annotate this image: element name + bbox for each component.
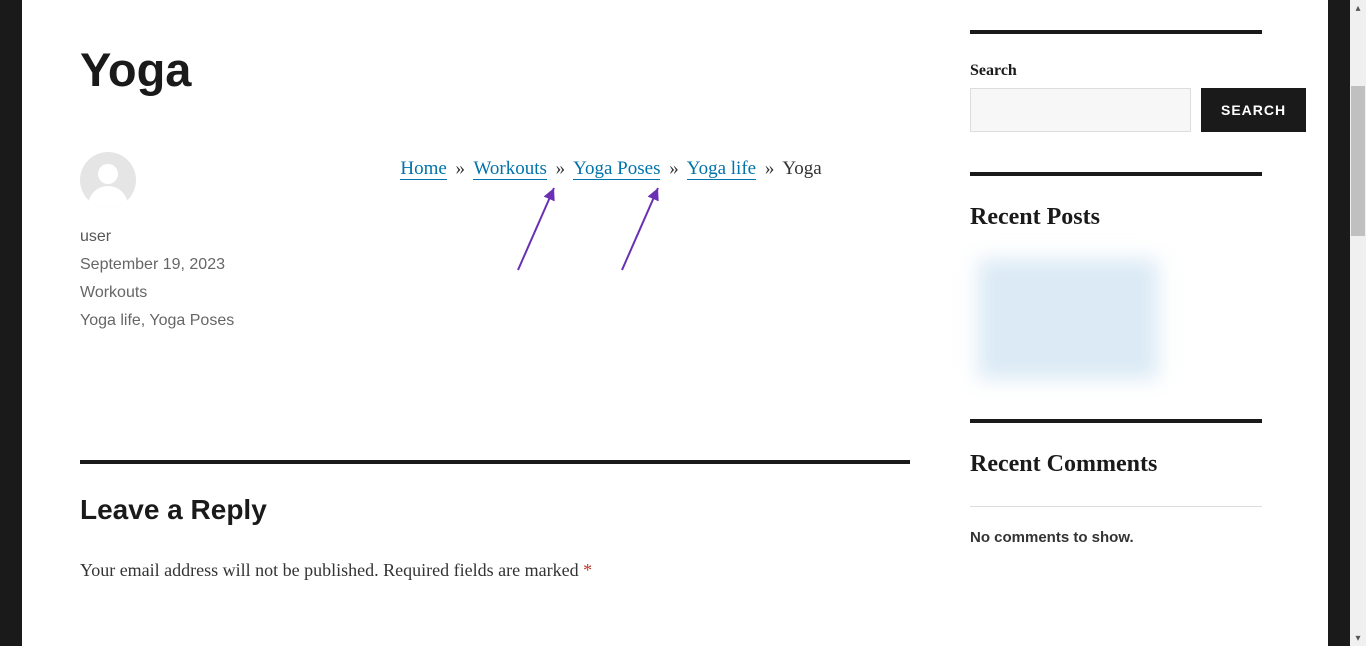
post-category[interactable]: Workouts <box>80 284 312 302</box>
avatar <box>80 152 136 208</box>
search-row: SEARCH <box>970 88 1262 132</box>
search-widget: Search SEARCH <box>970 30 1262 132</box>
recent-comments-title: Recent Comments <box>970 451 1262 478</box>
scrollbar-track[interactable] <box>1350 16 1366 630</box>
breadcrumb-yoga-life[interactable]: Yoga life <box>687 158 756 180</box>
widget-divider <box>970 419 1262 423</box>
breadcrumb-sep: » <box>456 158 466 179</box>
recent-comments-widget: Recent Comments No comments to show. <box>970 419 1262 546</box>
search-label: Search <box>970 62 1262 80</box>
post-author[interactable]: user <box>80 228 312 246</box>
scrollbar[interactable]: ▴ ▾ <box>1350 0 1366 646</box>
breadcrumb-workouts[interactable]: Workouts <box>473 158 546 180</box>
main-column: Yoga user September 19, 2023 Workouts Yo… <box>80 30 910 646</box>
page-viewport[interactable]: Yoga user September 19, 2023 Workouts Yo… <box>0 0 1350 646</box>
breadcrumb-sep: » <box>765 158 775 179</box>
recent-posts-placeholder <box>978 259 1158 379</box>
post-meta: user September 19, 2023 Workouts Yoga li… <box>80 152 312 340</box>
page-content: Yoga user September 19, 2023 Workouts Yo… <box>22 0 1328 646</box>
reply-note-b: Required fields are marked <box>383 560 583 580</box>
required-asterisk: * <box>583 560 592 580</box>
recent-posts-widget: Recent Posts <box>970 172 1262 379</box>
scroll-up-icon[interactable]: ▴ <box>1350 0 1366 16</box>
page-title: Yoga <box>80 42 910 97</box>
no-comments-text: No comments to show. <box>970 506 1262 546</box>
recent-posts-title: Recent Posts <box>970 204 1262 231</box>
reply-note-a: Your email address will not be published… <box>80 560 379 580</box>
breadcrumb-home[interactable]: Home <box>400 158 446 180</box>
breadcrumb: Home » Workouts » Yoga Poses » Yoga life… <box>312 152 910 180</box>
scrollbar-thumb[interactable] <box>1351 86 1365 236</box>
breadcrumb-sep: » <box>556 158 566 179</box>
search-button[interactable]: SEARCH <box>1201 88 1306 132</box>
breadcrumb-sep: » <box>669 158 679 179</box>
section-divider <box>80 460 910 464</box>
annotation-arrow-icon <box>612 180 672 280</box>
widget-divider <box>970 172 1262 176</box>
widget-divider <box>970 30 1262 34</box>
breadcrumb-yoga-poses[interactable]: Yoga Poses <box>573 158 660 180</box>
post-date[interactable]: September 19, 2023 <box>80 256 312 274</box>
post-tags[interactable]: Yoga life, Yoga Poses <box>80 312 312 330</box>
scroll-down-icon[interactable]: ▾ <box>1350 630 1366 646</box>
post-entry: user September 19, 2023 Workouts Yoga li… <box>80 152 910 340</box>
post-content: Home » Workouts » Yoga Poses » Yoga life… <box>312 152 910 340</box>
reply-note: Your email address will not be published… <box>80 560 910 581</box>
search-input[interactable] <box>970 88 1191 132</box>
sidebar: Search SEARCH Recent Posts Recent Commen… <box>970 30 1262 646</box>
reply-title: Leave a Reply <box>80 494 910 526</box>
breadcrumb-current: Yoga <box>782 158 821 179</box>
annotation-arrow-icon <box>508 180 568 280</box>
